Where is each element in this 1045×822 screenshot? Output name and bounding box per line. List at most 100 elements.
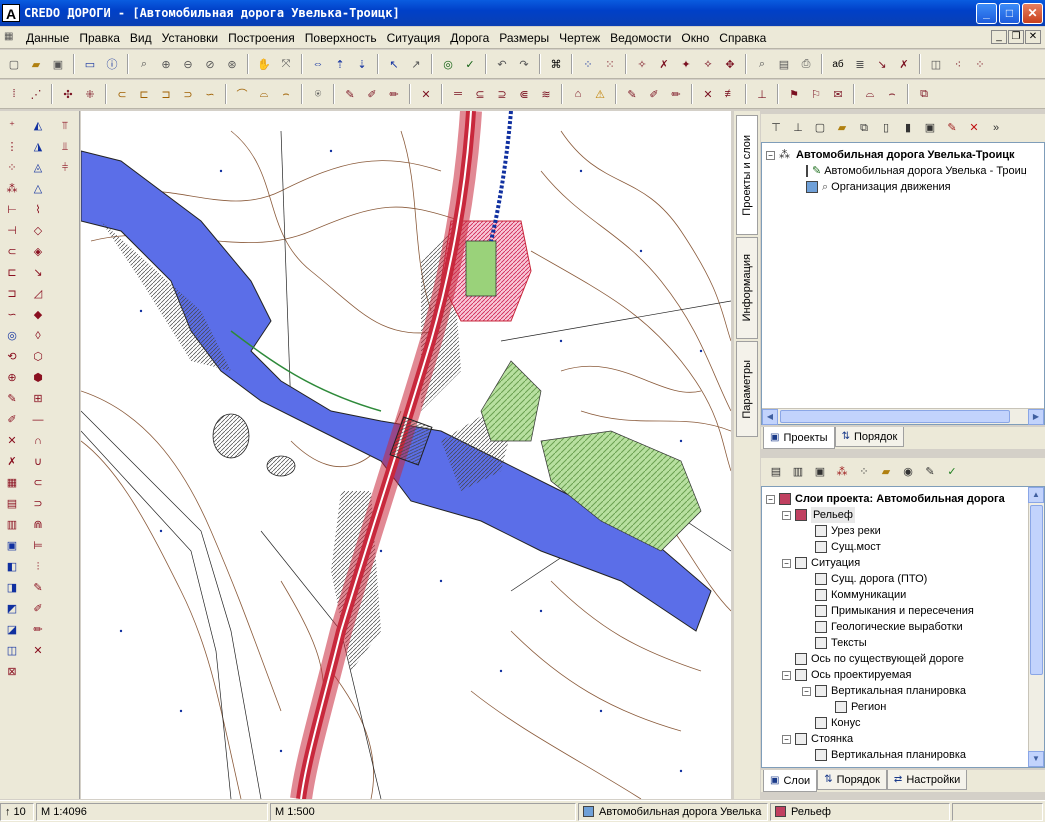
minimize-button[interactable]: _ xyxy=(976,2,997,24)
layers-vscroll-thumb[interactable] xyxy=(1030,505,1043,675)
triangle-icon[interactable]: ◭ xyxy=(28,117,48,135)
dimension-2-icon[interactable]: ⫫ xyxy=(55,138,75,156)
menu-edit[interactable]: Правка xyxy=(74,31,125,45)
layer-check-icon[interactable]: ✓ xyxy=(943,463,961,481)
point-add-icon[interactable]: ⁺ xyxy=(2,117,22,135)
view-icon[interactable]: ◎ xyxy=(438,54,458,74)
pen-icon[interactable]: ✐ xyxy=(2,411,22,429)
delete-2-icon[interactable]: ✕ xyxy=(698,84,718,104)
collapse-icon[interactable]: − xyxy=(782,670,791,680)
shape-2-icon[interactable]: ◊ xyxy=(28,327,48,345)
point-tool-icon[interactable]: ✧ xyxy=(632,54,652,74)
collapse-icon[interactable]: − xyxy=(766,150,775,160)
arc-5-icon[interactable]: ⊃ xyxy=(28,495,48,513)
redo-icon[interactable]: ↷ xyxy=(514,54,534,74)
tab-parameters[interactable]: Параметры xyxy=(736,341,758,437)
pencil-2-icon[interactable]: ✎ xyxy=(28,579,48,597)
menu-help[interactable]: Справка xyxy=(714,31,771,45)
edit-line-2-icon[interactable]: ✎ xyxy=(622,84,642,104)
multi-cross-icon[interactable]: ✗ xyxy=(2,453,22,471)
menu-surface[interactable]: Поверхность xyxy=(300,31,382,45)
area-6-icon[interactable]: ◫ xyxy=(2,642,22,660)
sign-post-icon[interactable]: ⚑ xyxy=(784,84,804,104)
point-delete-icon[interactable]: ✗ xyxy=(654,54,674,74)
cross-2-icon[interactable]: ✕ xyxy=(28,642,48,660)
scroll-down-icon[interactable]: ▼ xyxy=(1028,751,1044,767)
projects-hscroll-thumb[interactable] xyxy=(780,410,1010,423)
zoom-out-icon[interactable]: ⊖ xyxy=(178,54,198,74)
menu-window[interactable]: Окно xyxy=(676,31,714,45)
layer-item[interactable]: Регион xyxy=(766,699,1026,715)
layer-item[interactable]: Сущ. дорога (ПТО) xyxy=(766,571,1026,587)
area-4-icon[interactable]: ◩ xyxy=(2,600,22,618)
maximize-button[interactable]: □ xyxy=(999,2,1020,24)
circle-icon[interactable]: ◎ xyxy=(2,327,22,345)
shape-icon[interactable]: ◆ xyxy=(28,306,48,324)
menu-situation[interactable]: Ситуация xyxy=(382,31,446,45)
layer-item[interactable]: Ось по существующей дороге xyxy=(766,651,1026,667)
arc-wide-icon[interactable]: ⌢ xyxy=(276,84,296,104)
scroll-left-icon[interactable]: ◀ xyxy=(762,409,778,425)
menu-settings[interactable]: Установки xyxy=(157,31,223,45)
select-icon[interactable]: ↖ xyxy=(384,54,404,74)
edit-line-icon[interactable]: ✎ xyxy=(340,84,360,104)
layer-item[interactable]: − Стоянка xyxy=(766,731,1026,747)
arc-3-icon[interactable]: ∪ xyxy=(28,453,48,471)
profile-icon[interactable]: ⊥ xyxy=(752,84,772,104)
layer-edit-icon[interactable]: ✎ xyxy=(921,463,939,481)
diagonal-points-icon[interactable]: ⋰ xyxy=(26,84,46,104)
layer-item[interactable]: Урез реки xyxy=(766,523,1026,539)
sign-delete-icon[interactable]: ⁘ xyxy=(970,54,990,74)
edit-brush-icon[interactable]: ✏ xyxy=(384,84,404,104)
text-tool-icon[interactable]: аб xyxy=(828,54,848,74)
page-icon[interactable]: ▯ xyxy=(877,119,895,137)
area-icon[interactable]: ▣ xyxy=(2,537,22,555)
point-edit-icon[interactable]: ⟡ xyxy=(698,54,718,74)
polyline-icon[interactable]: ⊣ xyxy=(2,222,22,240)
collapse-icon[interactable]: − xyxy=(782,558,791,568)
close-button[interactable]: ✕ xyxy=(1022,2,1043,24)
delete-project-icon[interactable]: ✕ xyxy=(965,119,983,137)
tab-information[interactable]: Информация xyxy=(736,237,758,339)
curve-arc-icon[interactable]: ⊏ xyxy=(134,84,154,104)
shape-4-icon[interactable]: ⬢ xyxy=(28,369,48,387)
copy-project-icon[interactable]: ⧉ xyxy=(855,119,873,137)
curve-corner-icon[interactable]: ⊐ xyxy=(156,84,176,104)
layer-item[interactable]: − Вертикальная планировка xyxy=(766,683,1026,699)
mdi-restore-button[interactable]: ❐ xyxy=(1008,30,1024,44)
triangle-3-icon[interactable]: ◬ xyxy=(28,159,48,177)
layer-item[interactable]: Конус xyxy=(766,715,1026,731)
text-delete-icon[interactable]: ✗ xyxy=(894,54,914,74)
zoom-all-icon[interactable]: ⊛ xyxy=(222,54,242,74)
area-delete-icon[interactable]: ⊠ xyxy=(2,663,22,681)
line-points-icon[interactable]: ⁞ xyxy=(4,84,24,104)
offset-curve-icon[interactable]: ⋐ xyxy=(514,84,534,104)
delete-icon[interactable]: ✕ xyxy=(416,84,436,104)
arch-icon[interactable]: ⌓ xyxy=(860,84,880,104)
layer-folder-icon[interactable]: ▰ xyxy=(877,463,895,481)
layer-group-icon[interactable]: ⁘ xyxy=(855,463,873,481)
layer-item[interactable]: Примыкания и пересечения xyxy=(766,603,1026,619)
brush-icon[interactable]: ✏ xyxy=(28,621,48,639)
area-5-icon[interactable]: ◪ xyxy=(2,621,22,639)
pan-icon[interactable]: ✋ xyxy=(254,54,274,74)
node-select-icon[interactable]: ⁜ xyxy=(80,84,100,104)
parallel-lines-icon[interactable]: ═ xyxy=(448,84,468,104)
warning-icon[interactable]: ⚠ xyxy=(590,84,610,104)
menu-view[interactable]: Вид xyxy=(125,31,157,45)
layer-item[interactable]: Вертикальная планировка xyxy=(766,747,1026,763)
zoom-previous-icon[interactable]: ⊘ xyxy=(200,54,220,74)
corner-icon[interactable]: ⊐ xyxy=(2,285,22,303)
undo-icon[interactable]: ↶ xyxy=(492,54,512,74)
info-icon[interactable]: ⓘ xyxy=(102,54,122,74)
menu-road[interactable]: Дорога xyxy=(445,31,494,45)
line-icon[interactable]: ⊢ xyxy=(2,201,22,219)
projects-root[interactable]: − ⁂ Автомобильная дорога Увелька-Троицк xyxy=(766,147,1026,163)
layer-view-icon[interactable]: ◉ xyxy=(899,463,917,481)
diamond-icon[interactable]: ◇ xyxy=(28,222,48,240)
print-icon[interactable]: ⎙ xyxy=(796,54,816,74)
projects-hscroll[interactable]: ◀ ▶ xyxy=(762,408,1044,425)
new-project-icon[interactable]: ▢ xyxy=(811,119,829,137)
cross-icon[interactable]: ✕ xyxy=(2,432,22,450)
bridge-icon[interactable]: ⫶ xyxy=(28,558,48,576)
